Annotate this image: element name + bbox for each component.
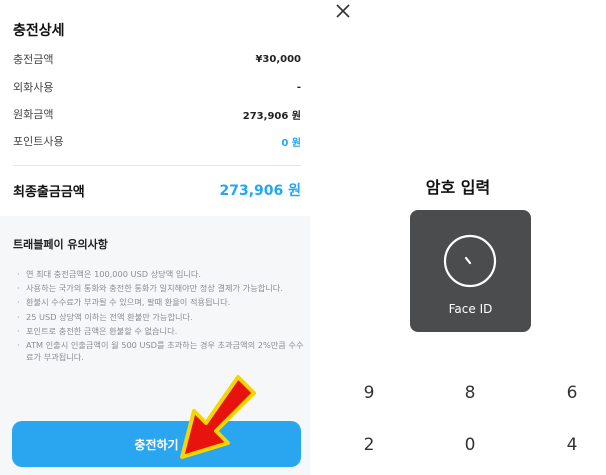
charge-detail-title: 충전상세 (13, 23, 65, 39)
notice-item: 환불시 수수료가 부과될 수 있으며, 팔때 환율이 적용됩니다. (16, 296, 306, 308)
row-label: 포인트사용 (13, 135, 64, 148)
row-value: ¥30,000 (255, 53, 301, 65)
final-amount-row: 최종출금금액 273,906 원 (13, 178, 301, 202)
face-id-icon (443, 234, 497, 288)
keypad-key[interactable]: 9 (349, 383, 389, 403)
notice-list: 연 최대 충전금액은 100,000 USD 상당액 입니다. 사용하는 국가의… (16, 268, 306, 365)
charge-button[interactable]: 충전하기 (12, 421, 301, 467)
face-id-label: Face ID (448, 302, 493, 316)
notice-item: 연 최대 충전금액은 100,000 USD 상당액 입니다. (16, 268, 306, 280)
row-label: 외화사용 (13, 81, 54, 94)
row-point-usage: 포인트사용 0 원 (13, 131, 301, 151)
keypad-key[interactable]: 0 (450, 435, 490, 455)
charge-detail-card: 충전상세 충전금액 ¥30,000 외화사용 - 원화금액 273,906 원 … (0, 0, 310, 216)
close-icon[interactable] (334, 2, 352, 20)
row-label: 원화금액 (13, 108, 54, 121)
row-value: 273,906 원 (242, 110, 301, 122)
row-value: - (296, 81, 301, 93)
final-amount-value: 273,906 원 (219, 183, 301, 199)
notice-item: 포인트로 충전한 금액은 환불할 수 없습니다. (16, 325, 306, 337)
row-charge-amount: 충전금액 ¥30,000 (13, 49, 301, 69)
notice-item: 사용하는 국가의 통화와 충전한 통화가 일치해야만 정상 결제가 가능합니다. (16, 282, 306, 294)
charge-detail-panel: 충전상세 충전금액 ¥30,000 외화사용 - 원화금액 273,906 원 … (0, 0, 310, 475)
row-label: 충전금액 (13, 53, 54, 66)
notice-item: ATM 인출시 인출금액이 월 500 USD를 초과하는 경우 초과금액의 2… (16, 339, 306, 363)
divider (13, 165, 301, 166)
row-krw-amount: 원화금액 273,906 원 (13, 104, 301, 124)
keypad-key[interactable]: 8 (450, 383, 490, 403)
keypad-key[interactable]: 2 (349, 435, 389, 455)
keypad-key[interactable]: 4 (552, 435, 592, 455)
pin-title: 암호 입력 (425, 178, 491, 197)
face-id-button[interactable]: Face ID (410, 210, 531, 332)
notice-item: 25 USD 상당액 이하는 전액 환불만 가능합니다. (16, 311, 306, 323)
keypad-key[interactable]: 6 (552, 383, 592, 403)
notice-title: 트래블페이 유의사항 (13, 238, 108, 251)
final-amount-label: 최종출금금액 (13, 184, 85, 200)
row-value: 0 원 (281, 137, 301, 149)
row-foreign-usage: 외화사용 - (13, 77, 301, 97)
pin-entry-panel: 암호 입력 Face ID 9 8 6 2 0 4 (310, 0, 606, 475)
